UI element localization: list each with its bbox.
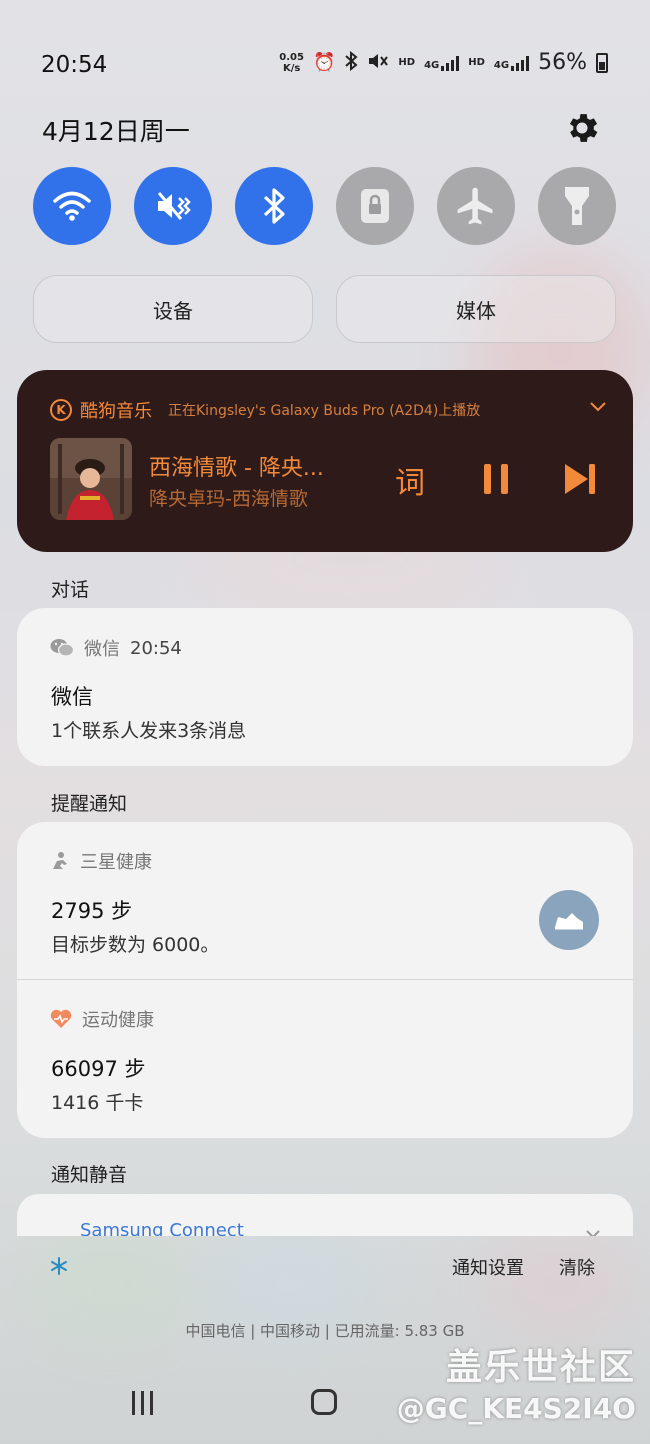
network-speed: 0.05 K/s: [279, 52, 304, 74]
wechat-app-header: 微信 20:54: [50, 635, 182, 661]
pause-button[interactable]: [479, 462, 513, 496]
quick-settings-row: [33, 167, 616, 245]
section-silent: 通知静音: [51, 1164, 128, 1186]
samsung-health-app-header: 三星健康: [50, 848, 152, 874]
expand-button[interactable]: [585, 1224, 601, 1236]
sports-health-notification[interactable]: 运动健康 66097 步 1416 千卡: [17, 980, 633, 1138]
date: 4月12日周一: [42, 117, 190, 146]
running-shoe-icon: [555, 913, 583, 930]
status-bar: 20:54 0.05 K/s ⏰ HD 4G HD 4G 56%: [0, 44, 650, 88]
settings-button[interactable]: [563, 109, 601, 147]
wifi-toggle[interactable]: [33, 167, 111, 245]
status-icons: 0.05 K/s ⏰ HD 4G HD 4G 56%: [279, 50, 608, 75]
kugou-logo-icon: K: [50, 399, 72, 421]
sports-health-calories: 1416 千卡: [51, 1092, 144, 1114]
network-speed-unit: K/s: [282, 62, 301, 74]
panel-actions: 通知设置 清除: [0, 1252, 650, 1282]
bluetooth-icon: [263, 188, 285, 224]
mute-vibrate-icon: [157, 192, 191, 220]
media-output-device: 正在Kingsley's Galaxy Buds Pro (A2D4)上播放: [168, 403, 481, 419]
reminder-notifications-group: 三星健康 2795 步 目标步数为 6000。 运动健康 66097 步 141…: [17, 822, 633, 1138]
recent-apps-icon: [132, 1391, 153, 1415]
signal-bars-1-icon: [441, 55, 460, 71]
mute-vibrate-toggle[interactable]: [134, 167, 212, 245]
next-track-button[interactable]: [562, 462, 598, 496]
lyrics-button[interactable]: 词: [395, 458, 425, 502]
samsung-connect-notification[interactable]: Samsung Connect: [17, 1194, 633, 1236]
airplane-icon: [457, 187, 493, 225]
media-player-card[interactable]: K 酷狗音乐 正在Kingsley's Galaxy Buds Pro (A2D…: [17, 370, 633, 552]
wechat-title: 微信: [51, 685, 93, 709]
wechat-notification[interactable]: 微信 20:54 微信 1个联系人发来3条消息: [17, 608, 633, 766]
devices-button[interactable]: 设备: [33, 275, 313, 343]
sports-health-app-name: 运动健康: [82, 1010, 154, 1031]
network-type-1: 4G: [424, 59, 440, 71]
hd-label-2: HD: [468, 57, 485, 68]
mute-status-icon: [367, 51, 389, 75]
recent-apps-button[interactable]: [130, 1390, 156, 1420]
signal-bars-2-icon: [511, 55, 530, 71]
quick-pills: 设备 媒体: [33, 275, 616, 343]
pause-icon: [484, 464, 508, 494]
samsung-connect-app-name: Samsung Connect: [80, 1220, 244, 1236]
watermark-user: @GC_KE4S2I4O: [396, 1392, 636, 1425]
samsung-health-icon: [53, 852, 67, 869]
battery-icon: [596, 52, 608, 73]
samsung-health-steps: 2795 步: [51, 899, 133, 923]
song-subtitle: 降央卓玛-西海情歌: [149, 488, 308, 510]
sports-health-app-header: 运动健康: [50, 1006, 154, 1032]
expand-button[interactable]: [589, 398, 607, 417]
signal-1: 4G: [424, 55, 460, 71]
gear-icon: [569, 114, 598, 142]
rotation-lock-icon: [361, 189, 389, 223]
section-conversation: 对话: [51, 579, 90, 601]
samsung-health-action-button[interactable]: [539, 890, 599, 950]
flashlight-icon: [565, 187, 589, 225]
wechat-app-name: 微信: [84, 639, 120, 660]
wechat-time: 20:54: [130, 637, 182, 659]
heart-icon: [50, 1009, 72, 1028]
album-art: [50, 438, 132, 520]
chevron-down-icon: [586, 1230, 600, 1236]
watermark-site: 盖乐世社区: [445, 1347, 636, 1388]
signal-2: 4G: [493, 55, 530, 71]
media-app-name: 酷狗音乐: [80, 401, 152, 422]
samsung-health-notification[interactable]: 三星健康 2795 步 目标步数为 6000。: [17, 822, 633, 979]
home-button[interactable]: [311, 1389, 337, 1415]
network-speed-value: 0.05: [279, 51, 304, 63]
alarm-icon: ⏰: [312, 52, 336, 73]
song-title: 西海情歌 - 降央...: [149, 456, 324, 481]
clear-all-button[interactable]: 清除: [559, 1254, 595, 1280]
bluetooth-status-icon: [344, 50, 358, 75]
media-output-button[interactable]: 媒体: [336, 275, 616, 343]
hd-label-1: HD: [398, 57, 416, 68]
status-time: 20:54: [41, 52, 108, 78]
samsung-health-goal: 目标步数为 6000。: [51, 934, 220, 956]
watermark: 盖乐世社区 @GC_KE4S2I4O: [397, 1338, 636, 1425]
edit-panel-button[interactable]: [49, 1256, 69, 1280]
section-reminders: 提醒通知: [51, 793, 128, 815]
sports-health-steps: 66097 步: [51, 1057, 146, 1081]
media-app-header: K 酷狗音乐 正在Kingsley's Galaxy Buds Pro (A2D…: [50, 397, 480, 423]
flashlight-toggle[interactable]: [538, 167, 616, 245]
wechat-message: 1个联系人发来3条消息: [51, 720, 247, 742]
network-type-2: 4G: [493, 59, 510, 71]
samsung-health-app-name: 三星健康: [80, 852, 152, 873]
rotation-lock-toggle[interactable]: [336, 167, 414, 245]
airplane-mode-toggle[interactable]: [437, 167, 515, 245]
chevron-down-icon: [590, 402, 606, 412]
notification-settings-button[interactable]: 通知设置: [452, 1254, 524, 1280]
wifi-icon: [53, 191, 91, 221]
battery-percent: 56%: [538, 50, 587, 75]
bluetooth-toggle[interactable]: [235, 167, 313, 245]
snowflake-icon: [51, 1257, 67, 1275]
skip-next-icon: [565, 464, 595, 494]
wechat-icon: [50, 639, 74, 657]
